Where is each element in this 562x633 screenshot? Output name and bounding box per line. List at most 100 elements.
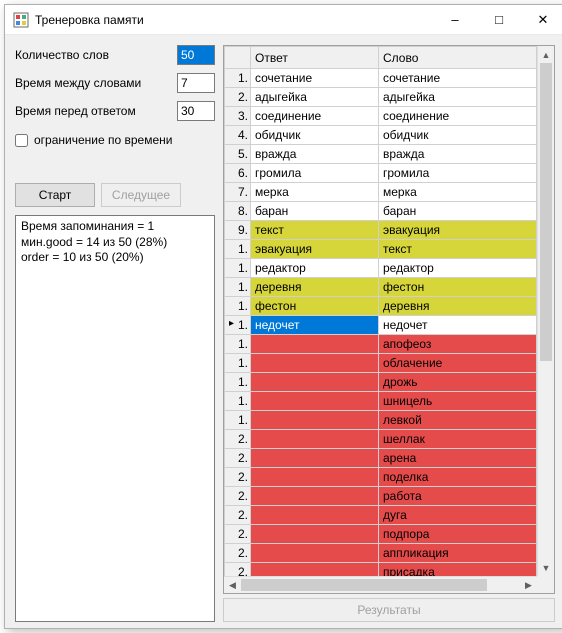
table-row[interactable]: 1. левкой	[225, 411, 537, 430]
answer-cell[interactable]: деревня	[251, 278, 379, 297]
scroll-right-icon[interactable]: ▶	[520, 577, 537, 593]
answer-cell[interactable]	[251, 373, 379, 392]
answer-cell[interactable]: громила	[251, 164, 379, 183]
word-cell[interactable]: присадка	[379, 563, 537, 577]
answer-cell[interactable]	[251, 411, 379, 430]
table-row[interactable]: 2.дуга	[225, 506, 537, 525]
table-row[interactable]: 7.меркамерка	[225, 183, 537, 202]
table-row[interactable]: 2.работа	[225, 487, 537, 506]
word-cell[interactable]: мерка	[379, 183, 537, 202]
pre-answer-input[interactable]	[177, 101, 215, 121]
word-cell[interactable]: вражда	[379, 145, 537, 164]
word-cell[interactable]: недочет	[379, 316, 537, 335]
answer-cell[interactable]: соединение	[251, 107, 379, 126]
start-button[interactable]: Старт	[15, 183, 95, 207]
table-row[interactable]: 1.дрожь	[225, 373, 537, 392]
word-cell[interactable]: дрожь	[379, 373, 537, 392]
word-cell[interactable]: дуга	[379, 506, 537, 525]
answer-cell[interactable]	[251, 430, 379, 449]
scroll-down-icon[interactable]: ▼	[538, 559, 554, 576]
answer-cell[interactable]: эвакуация	[251, 240, 379, 259]
word-cell[interactable]: апофеоз	[379, 335, 537, 354]
word-cell[interactable]: сочетание	[379, 69, 537, 88]
table-row[interactable]: 1.шницель	[225, 392, 537, 411]
answer-cell[interactable]: вражда	[251, 145, 379, 164]
table-row[interactable]: 1.облачение	[225, 354, 537, 373]
word-cell[interactable]: работа	[379, 487, 537, 506]
word-cell[interactable]: адыгейка	[379, 88, 537, 107]
maximize-button[interactable]: □	[477, 5, 521, 35]
answer-cell[interactable]	[251, 392, 379, 411]
word-cell[interactable]: соединение	[379, 107, 537, 126]
word-count-input[interactable]	[177, 45, 215, 65]
table-row[interactable]: 2.аппликация	[225, 544, 537, 563]
column-header-word[interactable]: Слово	[379, 47, 537, 69]
answer-cell[interactable]: мерка	[251, 183, 379, 202]
row-header: 2.	[225, 563, 251, 577]
row-header: 1.	[225, 411, 251, 430]
table-row[interactable]: 1.редакторредактор	[225, 259, 537, 278]
word-cell[interactable]: эвакуация	[379, 221, 537, 240]
results-grid[interactable]: Ответ Слово 1.сочетаниесочетание2.адыгей…	[223, 45, 555, 594]
table-row[interactable]: 2. присадка	[225, 563, 537, 577]
table-row[interactable]: 8.баранбаран	[225, 202, 537, 221]
word-cell[interactable]: аппликация	[379, 544, 537, 563]
table-row[interactable]: 1.сочетаниесочетание	[225, 69, 537, 88]
word-cell[interactable]: деревня	[379, 297, 537, 316]
time-limit-checkbox[interactable]	[15, 134, 28, 147]
answer-cell[interactable]: адыгейка	[251, 88, 379, 107]
table-row[interactable]: 1.деревняфестон	[225, 278, 537, 297]
word-cell[interactable]: обидчик	[379, 126, 537, 145]
table-row[interactable]: 2.подпора	[225, 525, 537, 544]
minimize-button[interactable]: –	[433, 5, 477, 35]
answer-cell[interactable]	[251, 544, 379, 563]
word-cell[interactable]: редактор	[379, 259, 537, 278]
word-cell[interactable]: арена	[379, 449, 537, 468]
answer-cell[interactable]	[251, 506, 379, 525]
table-row[interactable]: 2.поделка	[225, 468, 537, 487]
table-row[interactable]: 1.апофеоз	[225, 335, 537, 354]
answer-cell[interactable]: текст	[251, 221, 379, 240]
answer-cell[interactable]	[251, 525, 379, 544]
vertical-scrollbar[interactable]: ▲ ▼	[537, 46, 554, 576]
word-cell[interactable]: текст	[379, 240, 537, 259]
table-row[interactable]: 2.адыгейкаадыгейка	[225, 88, 537, 107]
answer-cell[interactable]: недочет	[251, 316, 379, 335]
answer-cell[interactable]: обидчик	[251, 126, 379, 145]
table-row[interactable]: 3.соединениесоединение	[225, 107, 537, 126]
answer-cell[interactable]	[251, 487, 379, 506]
table-row[interactable]: 5.враждавражда	[225, 145, 537, 164]
answer-cell[interactable]	[251, 354, 379, 373]
word-cell[interactable]: баран	[379, 202, 537, 221]
answer-cell[interactable]: редактор	[251, 259, 379, 278]
answer-cell[interactable]: баран	[251, 202, 379, 221]
word-cell[interactable]: облачение	[379, 354, 537, 373]
table-row[interactable]: 9.текстэвакуация	[225, 221, 537, 240]
answer-cell[interactable]: сочетание	[251, 69, 379, 88]
answer-cell[interactable]	[251, 449, 379, 468]
table-row[interactable]: 1.эвакуациятекст	[225, 240, 537, 259]
answer-cell[interactable]: фестон	[251, 297, 379, 316]
table-row[interactable]: 1.недочетнедочет	[225, 316, 537, 335]
table-row[interactable]: 4.обидчикобидчик	[225, 126, 537, 145]
word-cell[interactable]: подпора	[379, 525, 537, 544]
scroll-left-icon[interactable]: ◀	[224, 577, 241, 593]
word-cell[interactable]: фестон	[379, 278, 537, 297]
close-button[interactable]: ✕	[521, 5, 562, 35]
answer-cell[interactable]	[251, 335, 379, 354]
column-header-answer[interactable]: Ответ	[251, 47, 379, 69]
scroll-up-icon[interactable]: ▲	[538, 46, 554, 63]
answer-cell[interactable]	[251, 563, 379, 577]
word-cell[interactable]: шницель	[379, 392, 537, 411]
table-row[interactable]: 1.фестондеревня	[225, 297, 537, 316]
answer-cell[interactable]	[251, 468, 379, 487]
table-row[interactable]: 6.громилагромила	[225, 164, 537, 183]
horizontal-scrollbar[interactable]: ◀ ▶	[224, 576, 537, 593]
interval-input[interactable]	[177, 73, 215, 93]
word-cell[interactable]: шеллак	[379, 430, 537, 449]
word-cell[interactable]: поделка	[379, 468, 537, 487]
table-row[interactable]: 2.арена	[225, 449, 537, 468]
word-cell[interactable]: левкой	[379, 411, 537, 430]
word-cell[interactable]: громила	[379, 164, 537, 183]
table-row[interactable]: 2.шеллак	[225, 430, 537, 449]
